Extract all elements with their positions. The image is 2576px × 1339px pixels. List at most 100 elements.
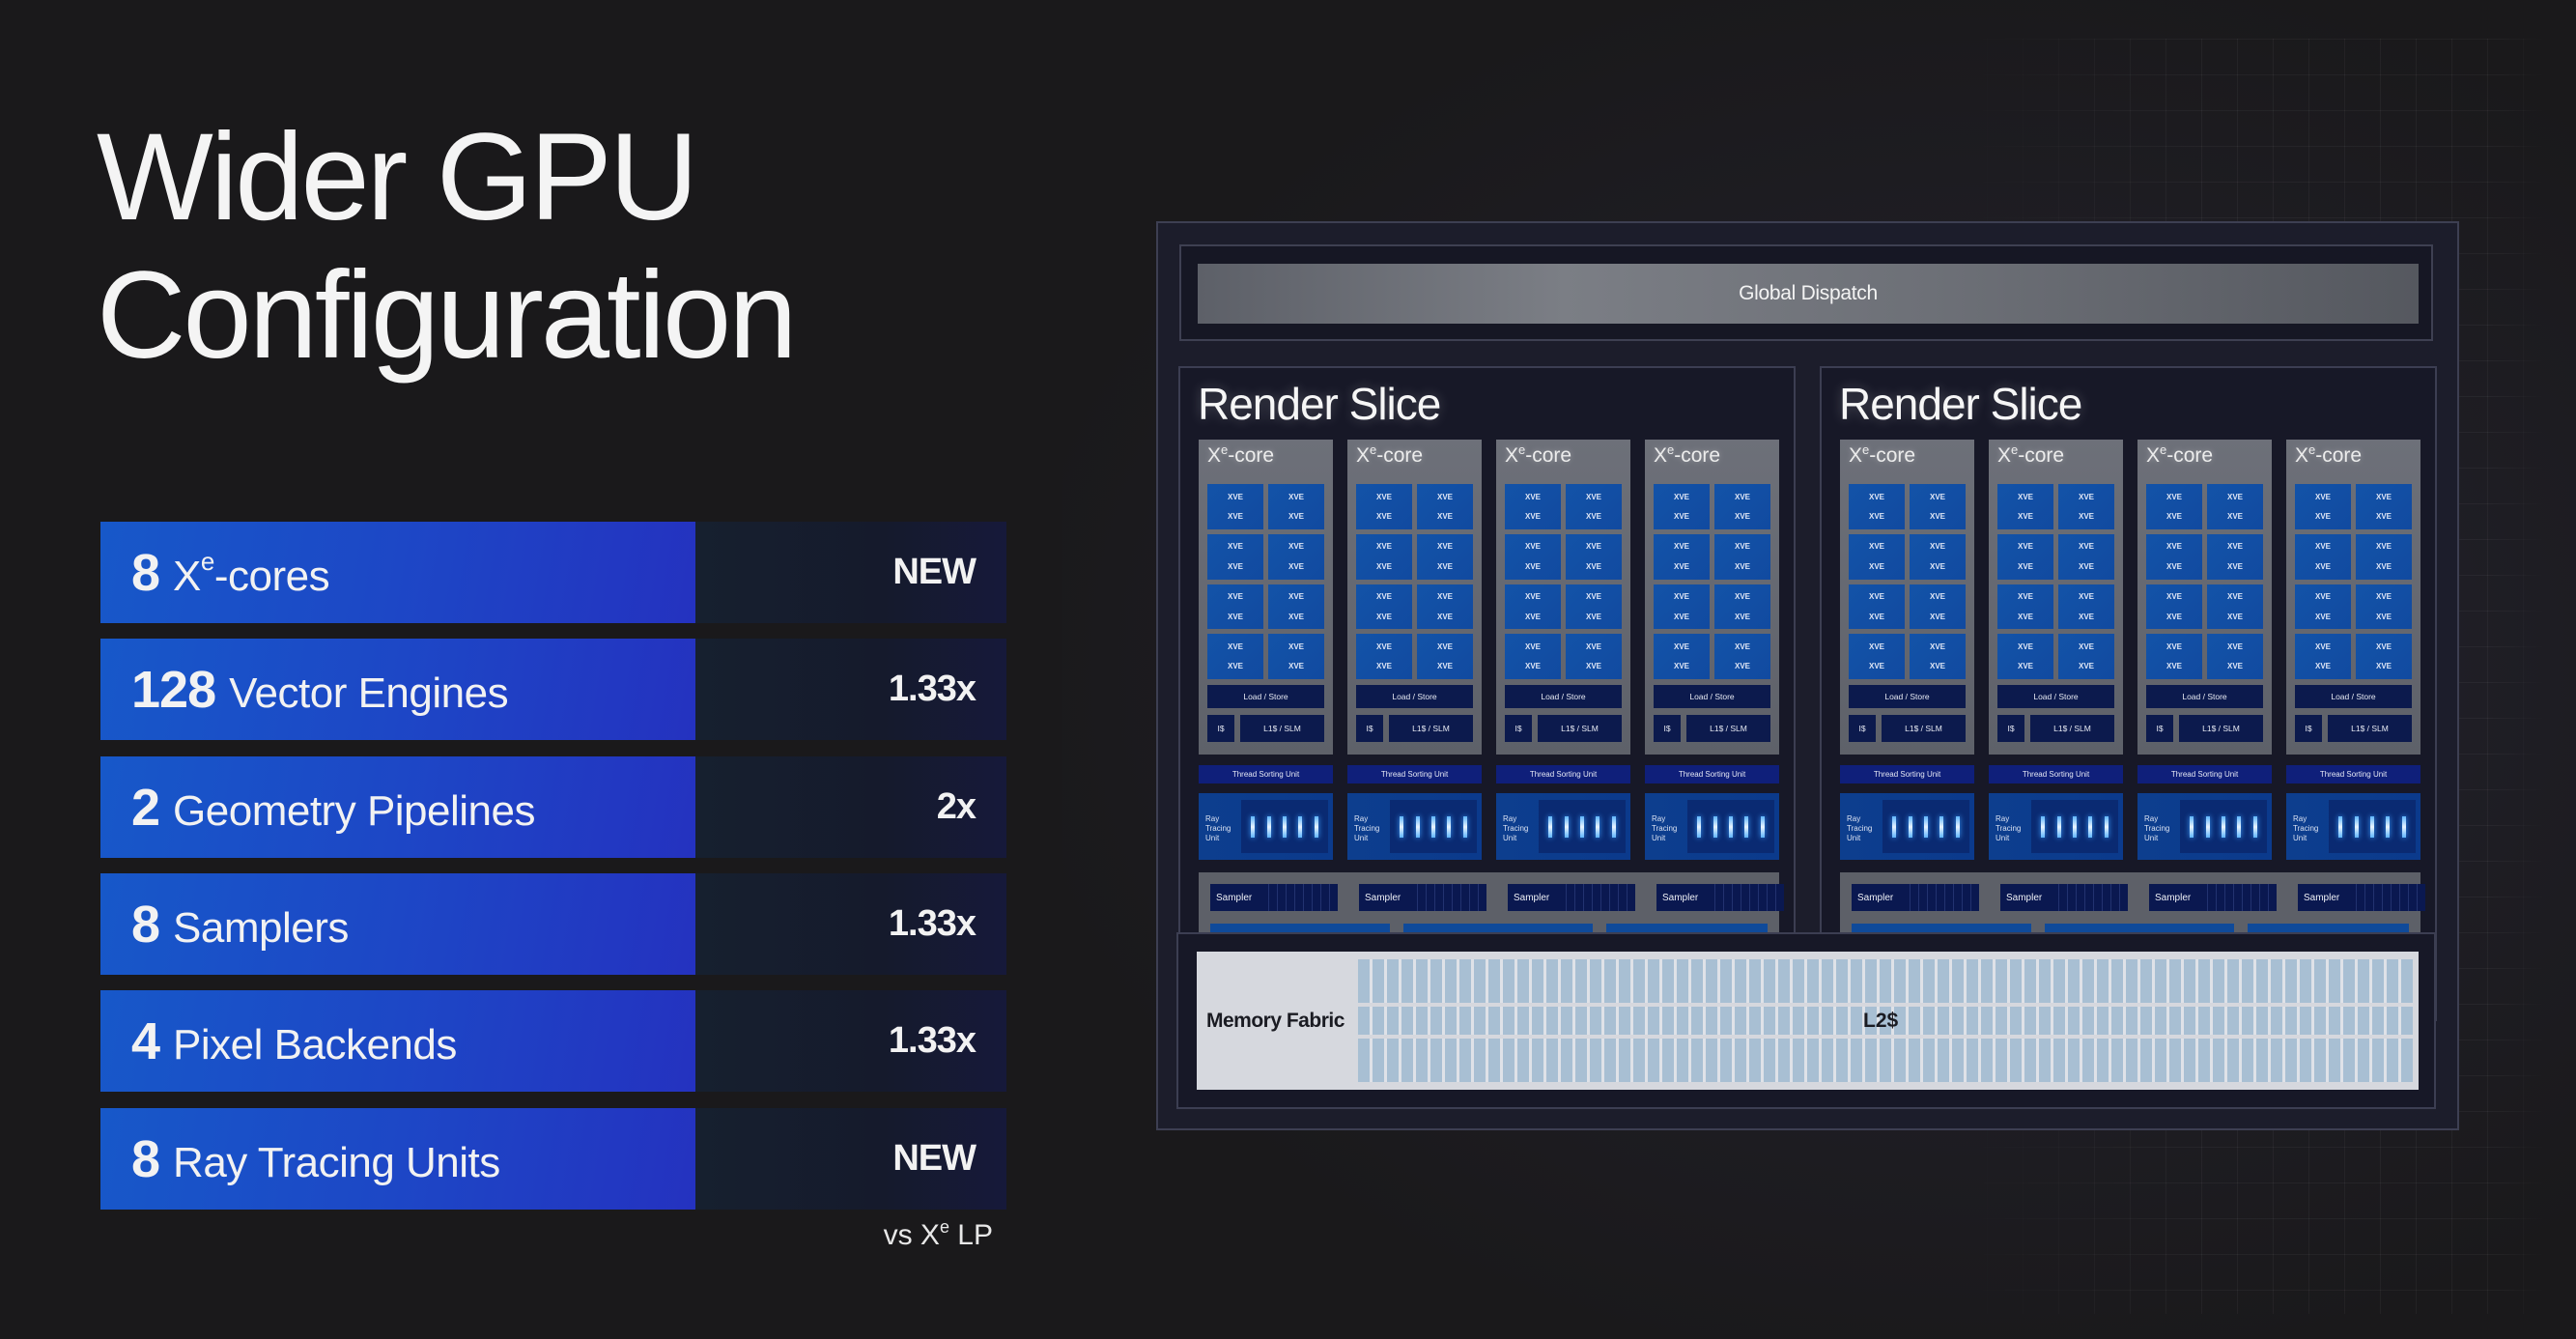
render-slice-title: Render Slice xyxy=(1198,379,1441,429)
xve-label: XVE xyxy=(1436,512,1453,522)
sampler-unit: Sampler xyxy=(1656,884,1784,911)
render-slice-2: Render Slice Xe-core XVE XVE XVE XVE XVE XVE XVE… xyxy=(1820,366,2437,1021)
spec-row: 4 Pixel Backends 1.33x xyxy=(100,990,1006,1092)
ray-tracing-bar-glyph xyxy=(1939,815,1944,838)
xve-label: XVE xyxy=(2166,592,2182,602)
spec-row: 8 Xe-cores NEW xyxy=(100,522,1006,623)
xve-pair: XVE XVE xyxy=(1356,584,1412,630)
xve-label: XVE xyxy=(1929,561,1945,571)
ray-tracing-bar-glyph xyxy=(1744,815,1749,838)
xve-label: XVE xyxy=(2314,561,2331,571)
xe-core: Xe-core XVE XVE XVE XVE XVE XVE XVE XVE XVE XVE XVE… xyxy=(1989,440,2123,755)
xve-pair: XVE XVE xyxy=(2207,584,2263,630)
xve-pair: XVE XVE xyxy=(1505,484,1561,529)
ray-tracing-bar-glyph xyxy=(1728,815,1733,838)
xve-label: XVE xyxy=(1734,641,1750,651)
xve-label: XVE xyxy=(1734,561,1750,571)
xve-label: XVE xyxy=(1288,542,1304,552)
xe-core-title: Xe-core xyxy=(2146,442,2214,468)
xve-pair: XVE XVE xyxy=(1654,484,1710,529)
xe-core-title-suffix: -core xyxy=(1674,444,1721,467)
xe-core-title-suffix: -core xyxy=(2315,444,2363,467)
xve-grid: XVE XVE XVE XVE XVE XVE XVE XVE XVE XVE XVE XVE XVE X… xyxy=(2146,484,2263,679)
ray-tracing-bar-glyph xyxy=(1266,815,1271,838)
xe-core-title-sup: e xyxy=(1370,442,1377,457)
xve-label: XVE xyxy=(2226,662,2243,671)
xve-label: XVE xyxy=(2017,662,2033,671)
xve-label: XVE xyxy=(1929,612,1945,621)
spec-label-superscript: e xyxy=(200,546,214,576)
spec-label-text: Geometry Pipelines xyxy=(173,786,535,835)
ray-tracing-bar-glyph xyxy=(1892,815,1897,838)
spec-row-value-cell: 1.33x xyxy=(695,873,1006,975)
xve-label: XVE xyxy=(2375,542,2392,552)
xve-pair: XVE XVE xyxy=(1910,484,1966,529)
xve-label: XVE xyxy=(1734,662,1750,671)
xve-pair: XVE XVE xyxy=(1356,533,1412,580)
memory-fabric-label: Memory Fabric xyxy=(1206,1009,1345,1032)
render-slice-1: Render Slice Xe-core XVE XVE XVE XVE XVE XVE XVE… xyxy=(1178,366,1796,1021)
l1-cache-slm: L1$ / SLM xyxy=(1882,715,1966,742)
xve-label: XVE xyxy=(2078,492,2094,501)
xve-pair: XVE XVE xyxy=(2207,484,2263,529)
ray-tracing-graphic xyxy=(1390,800,1477,853)
xve-pair: XVE XVE xyxy=(1849,634,1905,679)
xve-pair: XVE XVE xyxy=(1910,584,1966,630)
xve-label: XVE xyxy=(1375,561,1392,571)
l1-cache-slm: L1$ / SLM xyxy=(1538,715,1622,742)
xve-pair: XVE XVE xyxy=(1505,533,1561,580)
thread-sorting-unit: Thread Sorting Unit xyxy=(2137,765,2272,783)
xe-core-title-sup: e xyxy=(2160,442,2167,457)
load-store-unit: Load / Store xyxy=(1356,685,1473,708)
xve-pair: XVE XVE xyxy=(1268,533,1324,580)
spec-row-label-cell: 128 Vector Engines xyxy=(100,639,695,740)
xve-pair: XVE XVE xyxy=(1714,484,1770,529)
xve-label: XVE xyxy=(1524,662,1541,671)
l2-cache-label: L2$ xyxy=(1863,1009,1899,1032)
xve-label: XVE xyxy=(1288,662,1304,671)
sampler-unit: Sampler xyxy=(2149,884,2277,911)
slide-title: Wider GPU Configuration xyxy=(97,108,797,385)
xve-label: XVE xyxy=(2017,542,2033,552)
ray-tracing-bar-glyph xyxy=(1251,815,1256,838)
spec-improvement-value: 1.33x xyxy=(888,903,977,944)
xve-pair: XVE XVE xyxy=(1997,484,2053,529)
ray-tracing-bar-glyph xyxy=(2088,815,2093,838)
spec-row-value-cell: NEW xyxy=(695,522,1006,623)
xve-label: XVE xyxy=(2166,662,2182,671)
ray-tracing-unit-label: Ray Tracing Unit xyxy=(2293,814,2319,842)
xve-label: XVE xyxy=(1524,641,1541,651)
xe-core-title: Xe-core xyxy=(1849,442,1916,468)
spec-label: Ray Tracing Units xyxy=(173,1139,500,1187)
ray-tracing-unit: Ray Tracing Unit xyxy=(2286,793,2420,860)
instruction-cache: I$ xyxy=(1849,715,1876,742)
xve-label: XVE xyxy=(2375,592,2392,602)
xve-label: XVE xyxy=(2017,641,2033,651)
spec-label: Xe-cores xyxy=(173,547,330,601)
xve-label: XVE xyxy=(1375,492,1392,501)
xve-grid: XVE XVE XVE XVE XVE XVE XVE XVE XVE XVE XVE XVE XVE X… xyxy=(1849,484,1966,679)
xe-core-title-suffix: -core xyxy=(1869,444,1916,467)
xve-label: XVE xyxy=(1227,542,1243,552)
ray-tracing-bar-glyph xyxy=(2338,815,2343,838)
xve-pair: XVE XVE xyxy=(1207,484,1263,529)
spec-row-value-cell: 2x xyxy=(695,756,1006,858)
xe-core-title-prefix: X xyxy=(1997,444,2012,467)
xve-pair: XVE XVE xyxy=(1207,584,1263,630)
xe-core-title-suffix: -core xyxy=(2166,444,2214,467)
ray-tracing-bar-glyph xyxy=(1697,815,1702,838)
ray-tracing-graphic xyxy=(1882,800,1969,853)
xve-label: XVE xyxy=(2226,492,2243,501)
xve-label: XVE xyxy=(1734,512,1750,522)
spec-label-suffix: -cores xyxy=(213,552,330,600)
spec-improvement-value: 1.33x xyxy=(888,1020,977,1061)
ray-tracing-bar-glyph xyxy=(2401,815,2406,838)
xe-core-title-sup: e xyxy=(1221,442,1229,457)
xve-label: XVE xyxy=(1929,592,1945,602)
spec-improvement-value: 2x xyxy=(936,786,977,827)
xe-core-title-prefix: X xyxy=(1505,444,1519,467)
xve-label: XVE xyxy=(1375,512,1392,522)
ray-tracing-bar-glyph xyxy=(2237,815,2242,838)
xve-pair: XVE XVE xyxy=(1654,634,1710,679)
thread-sorting-unit: Thread Sorting Unit xyxy=(1840,765,1974,783)
